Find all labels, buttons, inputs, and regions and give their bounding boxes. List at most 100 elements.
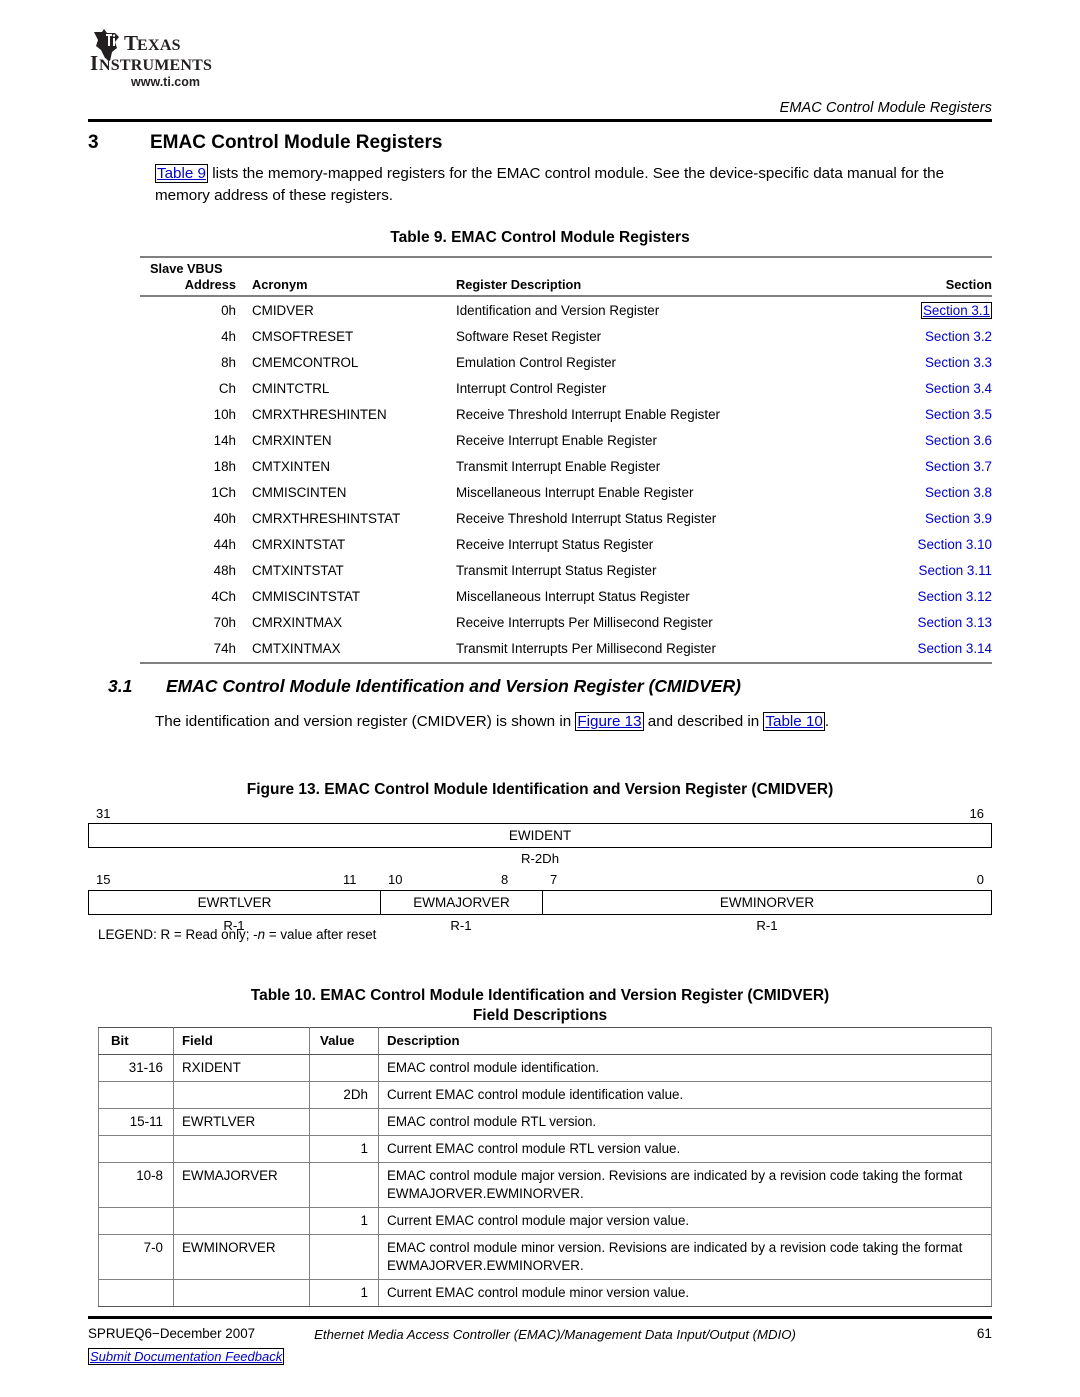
section-link[interactable]: Section 3.3 [925,355,992,370]
section-link[interactable]: Section 3.9 [925,511,992,526]
table-9-link[interactable]: Table 9 [155,164,208,183]
register-row-1-fields: EWIDENT [88,823,992,848]
svg-text:I: I [90,51,98,75]
section-3-1-text-pre: The identification and version register … [155,713,576,730]
table-9-header-blank-1 [140,256,252,275]
field-description: EMAC control module minor version. Revis… [378,1234,992,1280]
register-row-1-bit-labels: 31 16 [88,806,992,823]
section-link[interactable]: Section 3.4 [925,381,992,396]
register-section-cell: Section 3.13 [872,609,992,635]
register-address: 8h [221,355,236,370]
section-3-heading: 3 EMAC Control Module Registers [88,132,992,154]
field-bit-range: 10-8 [98,1162,174,1208]
field-name [173,1207,310,1235]
register-section-cell: Section 3.3 [872,349,992,375]
section-3-1-text-post: . [824,713,830,730]
section-link[interactable]: Section 3.2 [925,329,992,344]
register-address: 1Ch [211,485,236,500]
register-address: 48h [213,563,236,578]
register-acronym: CMMISCINTEN [252,485,347,500]
table-row: 4h CMSOFTRESET Software Reset Register Sect… [140,323,992,349]
register-section-cell: Section 3.1 [872,296,992,323]
register-section-cell: Section 3.4 [872,375,992,401]
register-row-1-reset-values: R-2Dh [88,848,992,872]
header-divider [88,119,992,122]
table-row: 44h CMRXINTSTAT Receive Interrupt Status R… [140,531,992,557]
table-9-header-blank-2 [252,256,456,275]
field-value: 2Dh [309,1081,379,1109]
table-9-header-blank-3 [456,256,872,275]
register-description: Transmit Interrupts Per Millisecond Regi… [456,635,872,664]
register-address: 44h [213,537,236,552]
table-row: 8h CMEMCONTROL Emulation Control Register S… [140,349,992,375]
table-9-head: Address Acronym Register Description Sec… [140,256,992,297]
table-row: Ch CMINTCTRL Interrupt Control Register Sec… [140,375,992,401]
footer-divider [88,1316,992,1319]
register-field-ewrtlver: EWRTLVER [89,891,381,914]
register-acronym: CMTXINTSTAT [252,563,344,578]
field-bit-range [98,1135,174,1163]
table-9-body: 0h CMIDVER Identification and Version Regi… [140,296,992,664]
register-description: Receive Interrupt Status Register [456,537,654,552]
table-row: 10-8 EWMAJORVER EMAC control module major… [98,1162,992,1208]
section-link[interactable]: Section 3.6 [925,433,992,448]
field-name [173,1081,310,1109]
field-description: Current EMAC control module identificati… [378,1081,992,1109]
table-10-caption: Table 10. EMAC Control Module Identifica… [88,986,992,1026]
table-row: 74h CMTXINTMAX Transmit Interrupts Per Mil… [140,635,992,664]
section-link[interactable]: Section 3.12 [918,589,992,604]
register-description: Receive Threshold Interrupt Status Regis… [456,511,717,526]
table-row: 4Ch CMMISCINTSTAT Miscellaneous Interrupt … [140,583,992,609]
section-link[interactable]: Section 3.13 [918,615,992,630]
register-row-2-bit-labels: 15 11 10 8 7 0 [88,872,992,890]
submit-documentation-feedback-link[interactable]: Submit Documentation Feedback [88,1348,285,1365]
table-10-caption-line2: Field Descriptions [472,1007,608,1024]
register-address: 70h [213,615,236,630]
register-address: 14h [213,433,236,448]
section-link[interactable]: Section 3.5 [925,407,992,422]
section-3-paragraph-text: lists the memory-mapped registers for th… [155,165,945,204]
section-3-1-heading: 3.1 EMAC Control Module Identification an… [108,676,998,697]
register-row-2-fields: EWRTLVER EWMAJORVER EWMINORVER [88,890,992,915]
register-acronym: CMRXINTSTAT [252,537,346,552]
table-row: 2Dh Current EMAC control module identific… [98,1081,992,1109]
section-link[interactable]: Section 3.1 [921,302,992,319]
field-value: 1 [309,1279,379,1307]
field-name [173,1135,310,1163]
register-description: Interrupt Control Register [456,381,607,396]
table-9-header-row: Address Acronym Register Description Sec… [140,275,992,297]
register-acronym: CMIDVER [252,303,314,318]
section-link[interactable]: Section 3.7 [925,459,992,474]
bit-label-10: 10 [388,872,403,887]
section-link[interactable]: Section 3.10 [918,537,992,552]
document-page: T EXAS I NSTRUMENTS www.ti.com EMAC Cont… [0,0,1080,1397]
svg-text:www.ti.com: www.ti.com [130,75,200,89]
footer-document-title: Ethernet Media Access Controller (EMAC)/… [314,1327,796,1342]
bit-label-7: 7 [550,872,558,887]
table-10-field-descriptions: Bit Field Value Description 31-16 RXIDENT… [98,1027,992,1307]
field-name [173,1279,310,1307]
section-link[interactable]: Section 3.8 [925,485,992,500]
register-address: 40h [213,511,236,526]
table-10-header-value: Value [309,1027,379,1055]
register-address: 4h [221,329,236,344]
register-description: Receive Interrupts Per Millisecond Regis… [456,615,713,630]
register-acronym: CMRXTHRESHINTEN [252,407,387,422]
field-value [309,1162,379,1208]
section-link[interactable]: Section 3.11 [919,563,992,578]
register-acronym: CMRXTHRESHINTSTAT [252,511,401,526]
figure-13-link[interactable]: Figure 13 [575,712,644,731]
figure-13-caption: Figure 13. EMAC Control Module Identific… [246,781,834,798]
figure-13-legend: LEGEND: R = Read only; -n = value after … [98,927,376,942]
section-link[interactable]: Section 3.14 [918,641,992,656]
field-name: RXIDENT [173,1054,310,1082]
register-acronym: CMRXINTEN [252,433,332,448]
table-10-link[interactable]: Table 10 [763,712,825,731]
field-bit-range [98,1207,174,1235]
reset-value-ewmajorver: R-1 [450,918,472,933]
register-section-cell: Section 3.6 [872,427,992,453]
register-section-cell: Section 3.5 [872,401,992,427]
table-row: 70h CMRXINTMAX Receive Interrupts Per Mill… [140,609,992,635]
ti-logo: T EXAS I NSTRUMENTS www.ti.com [88,28,258,90]
table-row: 1Ch CMMISCINTEN Miscellaneous Interrupt En… [140,479,992,505]
